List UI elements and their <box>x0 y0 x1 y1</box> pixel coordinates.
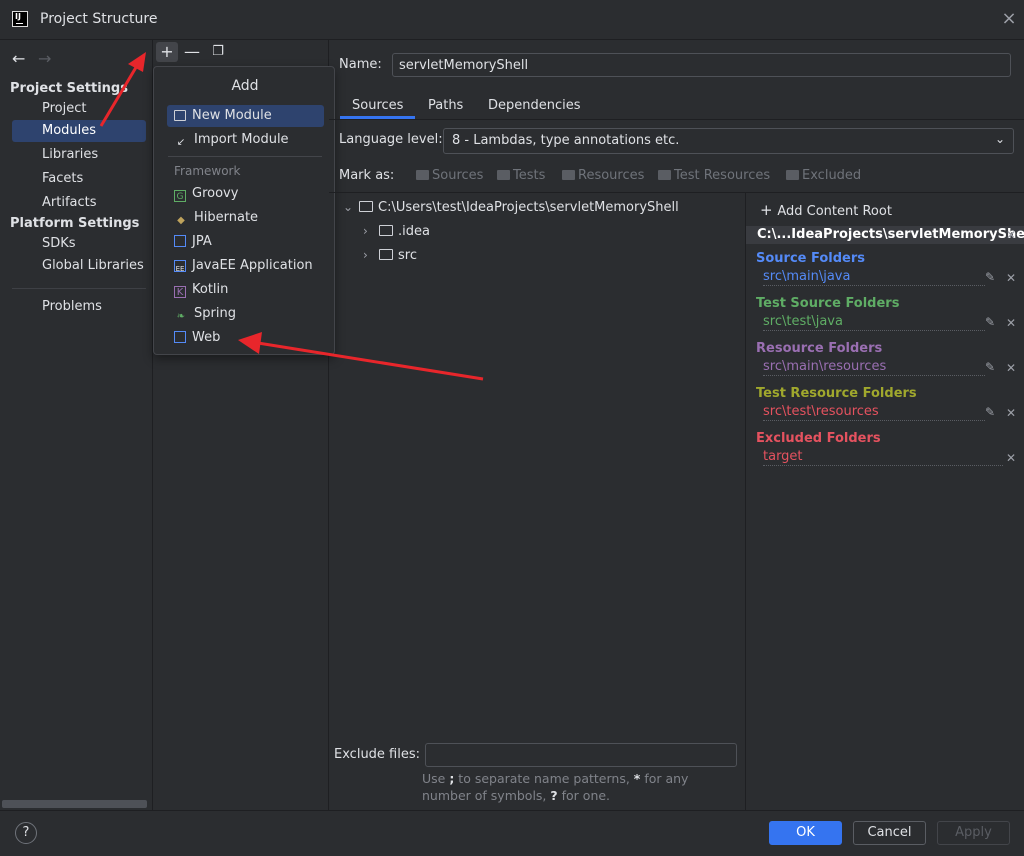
arrowhead-icon <box>128 52 146 72</box>
annotation-arrow-to-add <box>99 63 140 127</box>
arrowhead-icon <box>238 332 262 354</box>
annotation-arrow-to-web <box>257 341 484 381</box>
annotation-arrows <box>99 52 484 381</box>
